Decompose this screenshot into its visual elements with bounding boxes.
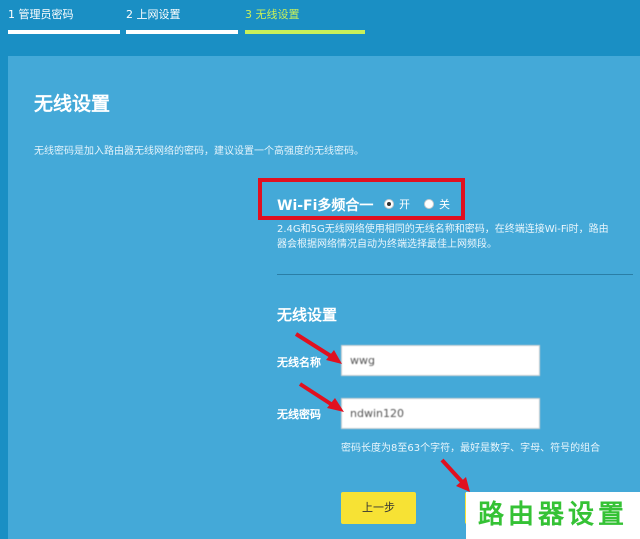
step-label: 2 上网设置 bbox=[126, 8, 181, 21]
step-wireless-settings[interactable]: 3 无线设置 bbox=[245, 0, 365, 34]
wireless-settings-panel: 无线设置 无线密码是加入路由器无线网络的密码，建议设置一个高强度的无线密码。 W… bbox=[8, 56, 640, 539]
wifi-multiband-label: Wi-Fi多频合一 bbox=[277, 198, 374, 214]
watermark-logo: 路由器设置 bbox=[466, 492, 640, 539]
step-internet-settings[interactable]: 2 上网设置 bbox=[126, 0, 244, 34]
page-description: 无线密码是加入路由器无线网络的密码，建议设置一个高强度的无线密码。 bbox=[34, 146, 364, 157]
wireless-password-input[interactable]: ndwin120 bbox=[341, 398, 540, 429]
setup-steps: 1 管理员密码 2 上网设置 3 无线设置 bbox=[0, 0, 640, 34]
step-progress-bar-active bbox=[245, 30, 365, 34]
page-title: 无线设置 bbox=[34, 93, 111, 115]
step-label: 1 管理员密码 bbox=[8, 8, 74, 21]
radio-on[interactable] bbox=[384, 199, 394, 209]
radio-on-label[interactable]: 开 bbox=[399, 196, 410, 212]
password-hint: 密码长度为8至63个字符，最好是数字、字母、符号的组合 bbox=[341, 443, 601, 454]
radio-off-label[interactable]: 关 bbox=[439, 196, 450, 212]
radio-off[interactable] bbox=[424, 199, 434, 209]
annotation-arrow-icon bbox=[298, 382, 344, 412]
prev-button[interactable]: 上一步 bbox=[341, 492, 416, 524]
multiband-note: 2.4G和5G无线网络使用相同的无线名称和密码，在终端连接Wi-Fi时，路由器会… bbox=[277, 224, 609, 250]
annotation-arrow-icon bbox=[440, 458, 470, 492]
divider bbox=[277, 274, 633, 275]
wireless-name-input[interactable]: wwg bbox=[341, 345, 540, 376]
step-progress-bar bbox=[8, 30, 120, 34]
section-title: 无线设置 bbox=[277, 306, 338, 324]
step-progress-bar bbox=[126, 30, 238, 34]
step-label: 3 无线设置 bbox=[245, 8, 300, 21]
step-admin-password[interactable]: 1 管理员密码 bbox=[8, 0, 126, 34]
annotation-arrow-icon bbox=[294, 332, 342, 364]
